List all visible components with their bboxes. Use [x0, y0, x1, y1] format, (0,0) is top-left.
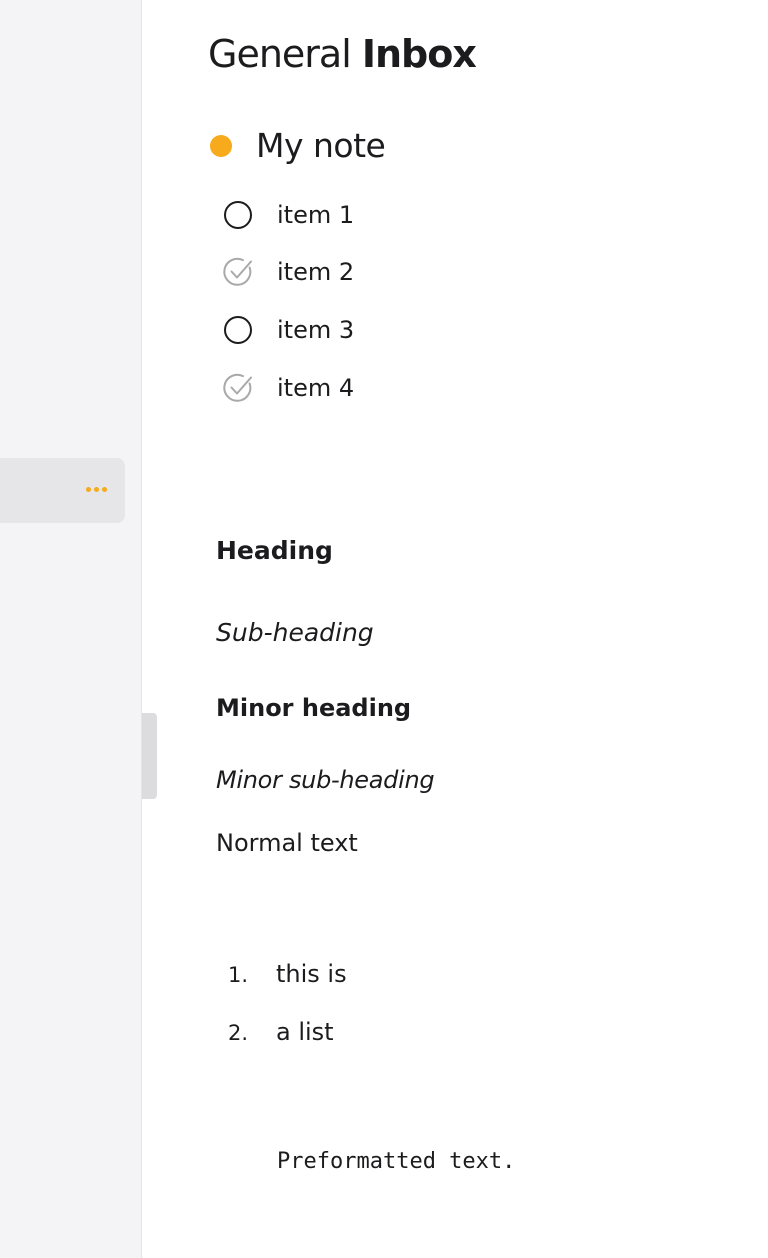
checklist-item-label[interactable]: item 2 — [277, 258, 354, 286]
list-number: 1. — [228, 963, 249, 987]
checklist-item-label[interactable]: item 4 — [277, 374, 354, 402]
subheading-text[interactable]: Sub-heading — [216, 618, 374, 647]
preformatted-text[interactable]: Preformatted text. — [277, 1149, 515, 1174]
checked-circle-icon[interactable] — [221, 255, 255, 289]
checklist-item-label[interactable]: item 1 — [277, 201, 354, 229]
note-title[interactable]: My note — [256, 126, 386, 165]
checklist-item: item 4 — [221, 371, 354, 405]
normal-text[interactable]: Normal text — [216, 829, 358, 857]
checklist-item: item 2 — [221, 255, 354, 289]
note-color-dot-icon — [210, 134, 232, 157]
minor-subheading-text[interactable]: Minor sub-heading — [216, 766, 435, 794]
unchecked-circle-icon[interactable] — [221, 313, 255, 347]
list-item-text[interactable]: this is — [276, 960, 347, 988]
checklist-item-label[interactable]: item 3 — [277, 316, 354, 344]
list-number: 2. — [228, 1021, 249, 1045]
checked-circle-icon[interactable] — [221, 371, 255, 405]
sidebar-selected-row[interactable] — [0, 458, 125, 523]
title-light: General — [208, 32, 352, 76]
ordered-list-item[interactable]: 2. a list — [228, 1018, 334, 1046]
sidebar — [0, 0, 142, 1258]
minor-heading-text[interactable]: Minor heading — [216, 694, 411, 722]
title-bold: Inbox — [361, 32, 477, 76]
unchecked-circle-icon[interactable] — [221, 198, 255, 232]
sidebar-resize-handle[interactable] — [142, 713, 157, 799]
page-title: General Inbox — [208, 32, 477, 76]
ordered-list-item[interactable]: 1. this is — [228, 960, 347, 988]
more-options-icon[interactable] — [86, 487, 107, 492]
list-item-text[interactable]: a list — [276, 1018, 334, 1046]
checklist-item: item 3 — [221, 313, 354, 347]
note-header: My note — [210, 126, 386, 165]
checklist-item: item 1 — [221, 198, 354, 232]
heading-text[interactable]: Heading — [216, 536, 333, 565]
